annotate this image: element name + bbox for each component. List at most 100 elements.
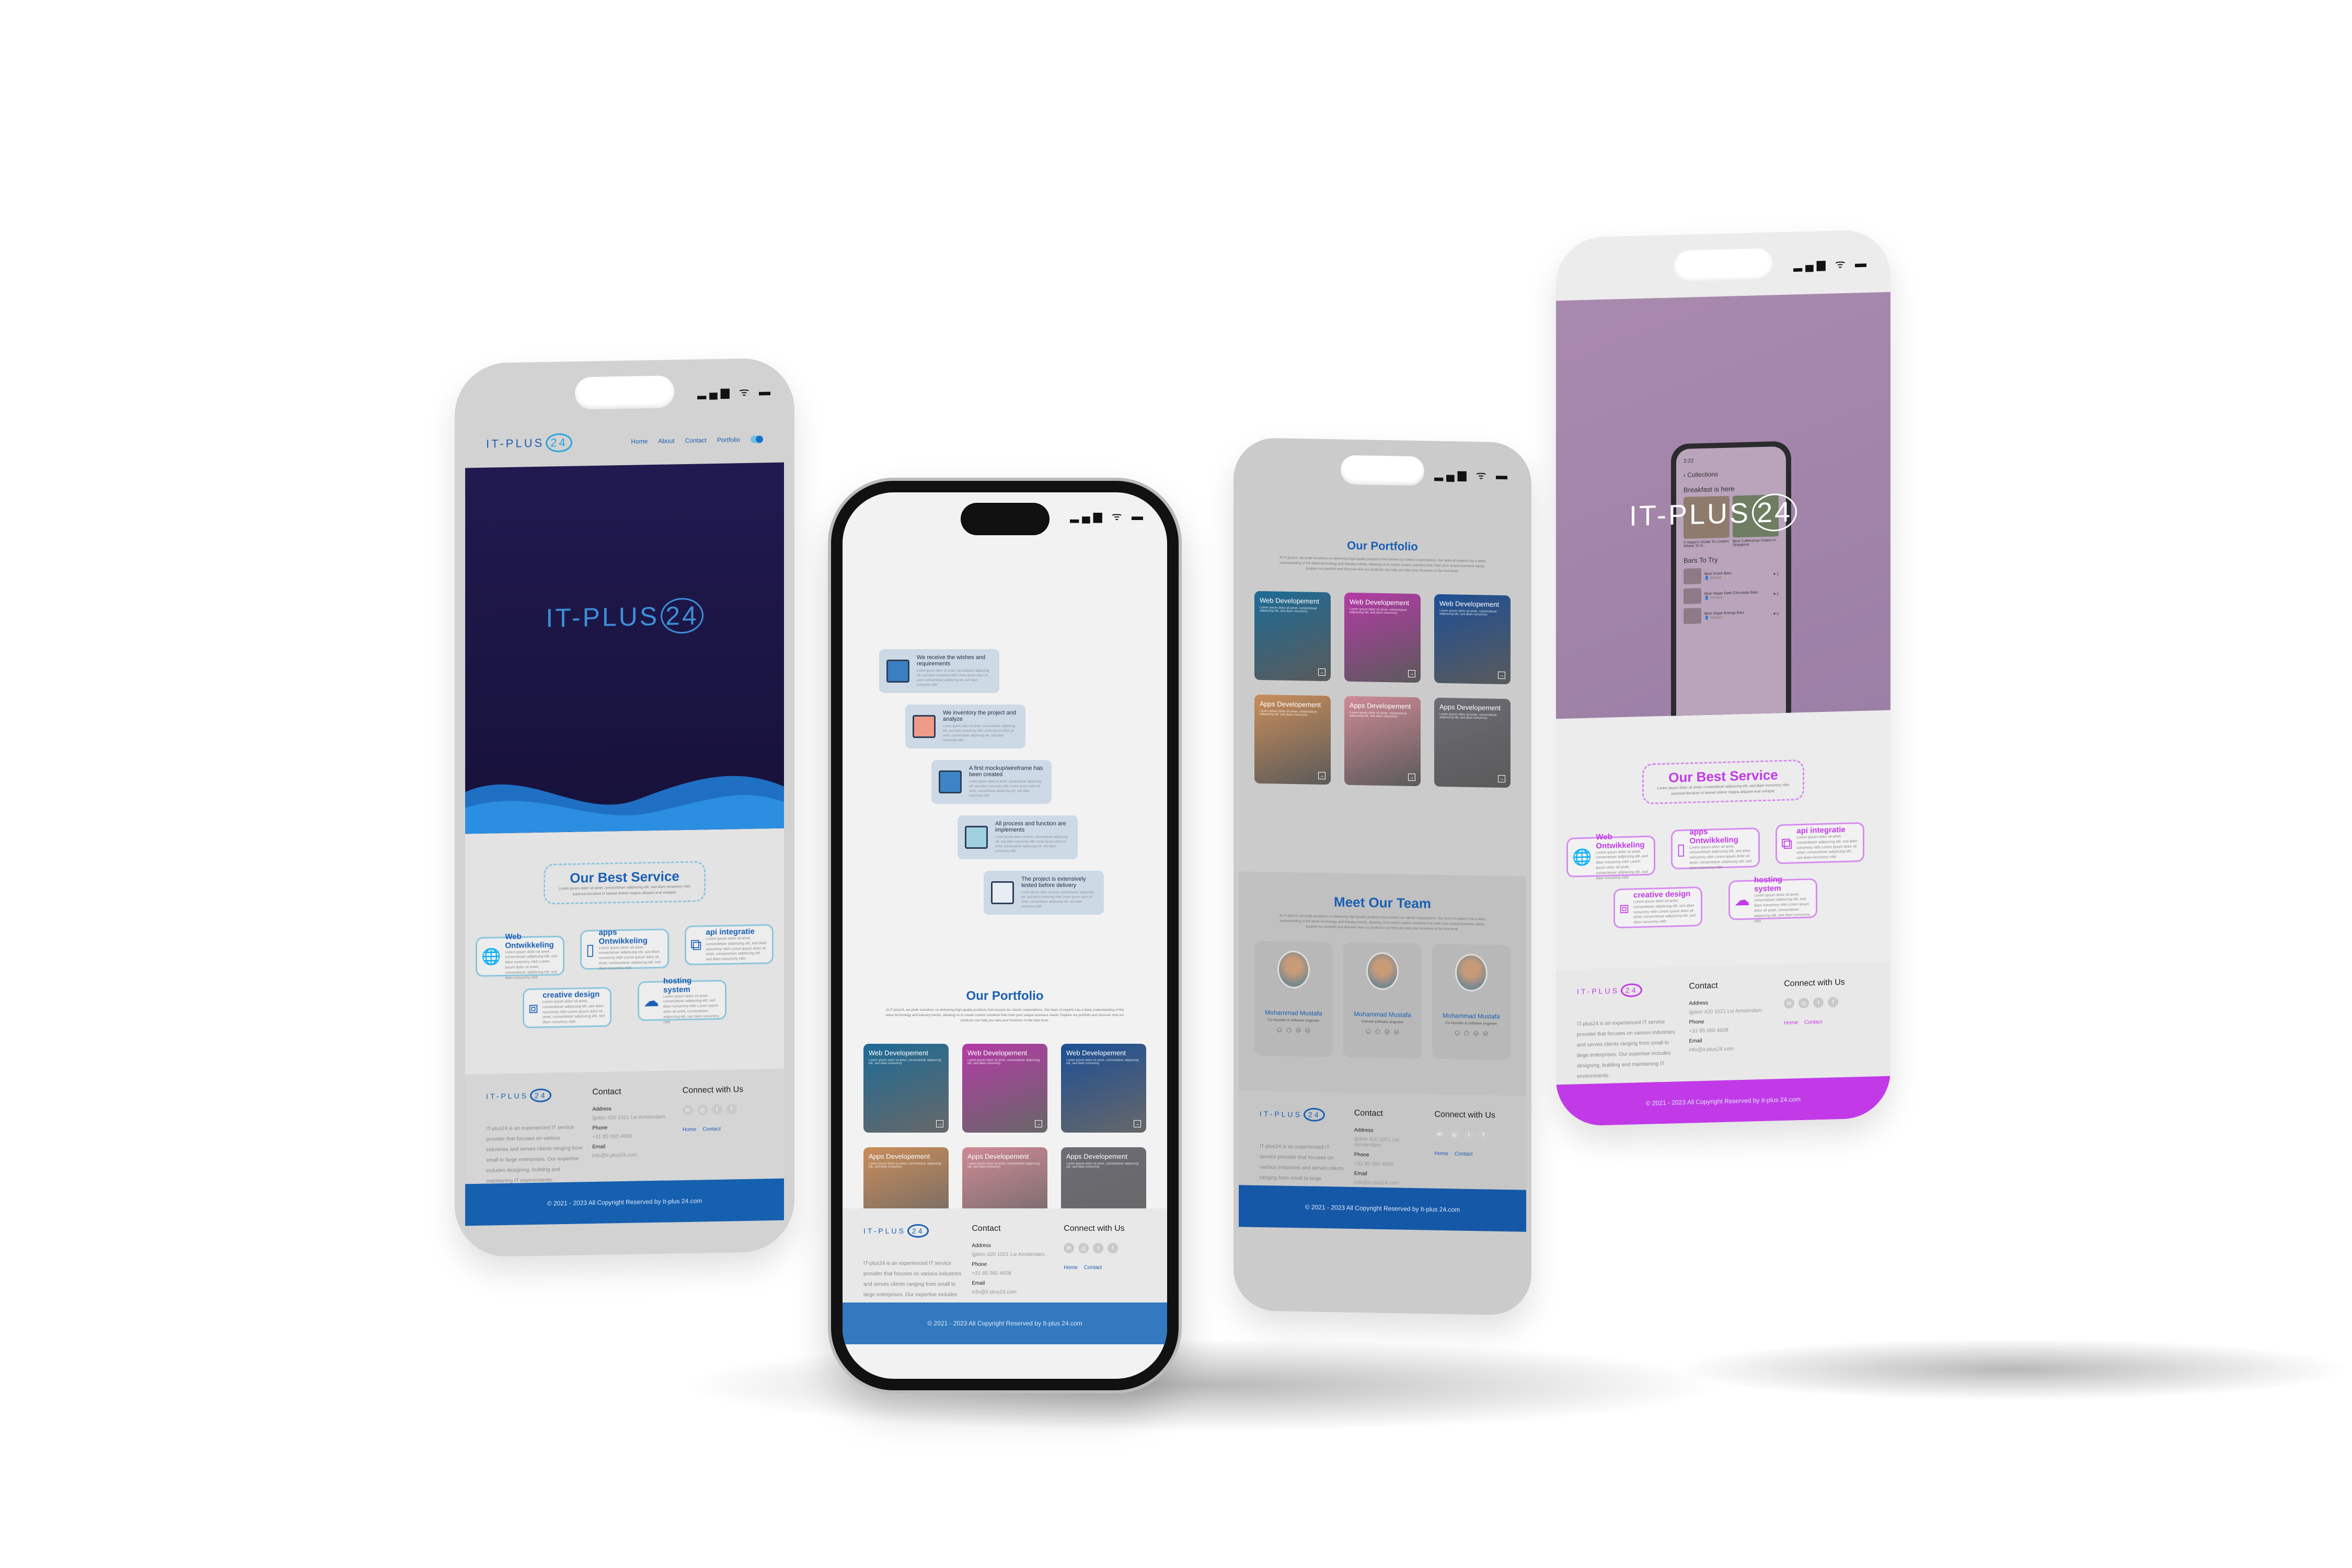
open-icon[interactable]: → <box>1408 774 1415 781</box>
heart-icon[interactable]: ♥ 0 <box>1773 612 1779 616</box>
footer-link-contact[interactable]: Contact <box>1455 1151 1472 1157</box>
logo[interactable]: IT-PLUS 24 <box>486 433 572 454</box>
footer-link-contact[interactable]: Contact <box>702 1126 720 1133</box>
open-icon[interactable]: → <box>1035 1120 1042 1128</box>
app-list-item[interactable]: Best Vegan Energy Bars 👤 miriamy ♥ 0 <box>1684 606 1779 624</box>
portfolio-card[interactable]: Web Developement Lorem ipsum dolor sit am… <box>1344 592 1421 683</box>
twitter-icon[interactable]: t <box>711 1104 722 1115</box>
footer-link-home[interactable]: Home <box>1064 1265 1078 1271</box>
instagram-icon[interactable]: ◎ <box>1078 1243 1089 1253</box>
app-list-item[interactable]: Best Snack Bars 👤 dhwani ♥ 1 <box>1684 566 1779 584</box>
open-icon[interactable]: → <box>1498 672 1505 679</box>
theme-toggle[interactable] <box>751 435 763 443</box>
portfolio-card[interactable]: Apps Developement Lorem ipsum dolor sit a… <box>1434 697 1511 788</box>
service-title: creative design <box>1633 889 1691 900</box>
footer-link-home[interactable]: Home <box>683 1127 697 1133</box>
app-back-link[interactable]: ‹ Collections <box>1684 469 1779 479</box>
footer-logo[interactable]: IT-PLUS 24 <box>1260 1107 1325 1122</box>
portfolio-card[interactable]: Web Developement Lorem ipsum dolor sit am… <box>1061 1044 1146 1133</box>
facebook-icon[interactable]: f <box>1108 1243 1119 1253</box>
linkedin-icon[interactable]: in <box>1277 1027 1282 1033</box>
portfolio-card[interactable]: Web Developement Lorem ipsum dolor sit am… <box>1434 594 1511 685</box>
service-card[interactable]: ▯ apps Ontwikkeling Lorem ipsum dolor sit … <box>1671 827 1760 870</box>
service-card[interactable]: ☁ hosting system Lorem ipsum dolor sit ame… <box>1728 875 1817 923</box>
service-card[interactable]: ⧉ api integratie Lorem ipsum dolor sit ame… <box>685 924 774 965</box>
footer-logo[interactable]: IT-PLUS 24 <box>1577 983 1643 998</box>
hero-phone-image: 2:22 ‹ Collections Breakfast is here A V… <box>1671 441 1791 719</box>
portfolio-card[interactable]: Web Developement Lorem ipsum dolor sit am… <box>863 1044 949 1133</box>
service-card[interactable]: ⧈ creative design Lorem ipsum dolor sit am… <box>1613 886 1702 929</box>
service-card[interactable]: 🌐 Web Ontwikkeling Lorem ipsum dolor sit a… <box>476 932 564 980</box>
footer-logo[interactable]: IT-PLUS 24 <box>486 1088 552 1103</box>
linkedin-icon[interactable]: in <box>682 1104 693 1116</box>
linkedin-icon[interactable]: in <box>1455 1030 1460 1036</box>
facebook-icon[interactable]: f <box>1305 1028 1310 1033</box>
service-card[interactable]: 🌐 Web Ontwikkeling Lorem ipsum dolor sit a… <box>1566 832 1655 880</box>
facebook-icon[interactable]: f <box>1828 997 1839 1008</box>
twitter-icon[interactable]: t <box>1473 1031 1479 1036</box>
email-link[interactable]: info@it-plus24.com <box>1689 1045 1775 1053</box>
phone-value[interactable]: +31 85 060 4608 <box>1354 1161 1425 1168</box>
portfolio-title: Our Portfolio <box>966 989 1044 1003</box>
linkedin-icon[interactable]: in <box>1784 998 1795 1009</box>
service-card[interactable]: ⧈ creative design Lorem ipsum dolor sit am… <box>523 987 612 1029</box>
nav-about[interactable]: About <box>658 437 674 445</box>
footer-link-contact[interactable]: Contact <box>1084 1265 1102 1271</box>
instagram-icon[interactable]: ◎ <box>1449 1129 1460 1140</box>
portfolio-card[interactable]: Web Developement Lorem ipsum dolor sit am… <box>1254 591 1331 682</box>
phone-value[interactable]: +31 85 060 4608 <box>1689 1026 1775 1034</box>
heart-icon[interactable]: ♥ 1 <box>1773 572 1779 576</box>
email-link[interactable]: info@it-plus24.com <box>592 1151 673 1159</box>
nav-portfolio[interactable]: Portfolio <box>717 436 740 444</box>
email-link[interactable]: info@it-plus24.com <box>1354 1180 1425 1186</box>
instagram-icon[interactable]: ◎ <box>1286 1028 1292 1033</box>
service-card[interactable]: ⧉ api integratie Lorem ipsum dolor sit ame… <box>1775 822 1864 864</box>
twitter-icon[interactable]: t <box>1463 1129 1474 1140</box>
open-icon[interactable]: → <box>936 1120 943 1128</box>
instagram-icon[interactable]: ◎ <box>1464 1030 1469 1036</box>
portfolio-card-subtitle: Lorem ipsum dolor sit amet, consectetuer… <box>1439 609 1497 617</box>
linkedin-icon[interactable]: in <box>1366 1029 1371 1034</box>
copyright-text: © 2021 - 2023 All Copyright Reserved by … <box>927 1320 1082 1327</box>
footer-link-contact[interactable]: Contact <box>1804 1019 1822 1025</box>
connect-title: Connect with Us <box>1064 1224 1125 1233</box>
facebook-icon[interactable]: f <box>726 1104 737 1115</box>
open-icon[interactable]: → <box>1318 668 1325 676</box>
twitter-icon[interactable]: t <box>1093 1243 1104 1253</box>
phone-value[interactable]: +31 85 060 4608 <box>972 1271 1054 1276</box>
app-card-title[interactable]: A Vegan's Guide To London: Where To G... <box>1684 540 1730 548</box>
app-list-item[interactable]: Best Vegan Dark Chocolate Bars 👤 miriamy ♥… <box>1684 586 1779 604</box>
heart-icon[interactable]: ♥ 1 <box>1773 592 1779 596</box>
service-title: apps Ontwikkeling <box>598 927 648 946</box>
footer-link-home[interactable]: Home <box>1434 1151 1448 1157</box>
facebook-icon[interactable]: f <box>1394 1029 1399 1035</box>
facebook-icon[interactable]: f <box>1478 1129 1489 1140</box>
linkedin-icon[interactable]: in <box>1064 1243 1075 1253</box>
twitter-icon[interactable]: t <box>1296 1028 1301 1033</box>
open-icon[interactable]: → <box>1408 670 1415 678</box>
nav-contact[interactable]: Contact <box>685 436 707 444</box>
open-icon[interactable]: → <box>1498 775 1505 783</box>
instagram-icon[interactable]: ◎ <box>1375 1029 1380 1035</box>
linkedin-icon[interactable]: in <box>1434 1128 1445 1140</box>
nav-home[interactable]: Home <box>631 437 648 445</box>
email-link[interactable]: info@it-plus24.com <box>972 1289 1054 1295</box>
open-icon[interactable]: → <box>1134 1120 1141 1128</box>
service-card[interactable]: ▯ apps Ontwikkeling Lorem ipsum dolor sit … <box>580 927 669 971</box>
portfolio-card[interactable]: Apps Developement Lorem ipsum dolor sit a… <box>1344 696 1421 787</box>
facebook-icon[interactable]: f <box>1483 1031 1488 1036</box>
instagram-icon[interactable]: ◎ <box>1798 997 1809 1009</box>
footer-logo[interactable]: IT-PLUS 24 <box>863 1224 929 1238</box>
twitter-icon[interactable]: t <box>1813 997 1824 1008</box>
service-card[interactable]: ☁ hosting system Lorem ipsum dolor sit ame… <box>638 976 727 1024</box>
instagram-icon[interactable]: ◎ <box>697 1104 708 1115</box>
twitter-icon[interactable]: t <box>1385 1029 1390 1035</box>
portfolio-card[interactable]: Apps Developement Lorem ipsum dolor sit a… <box>1254 694 1331 785</box>
portfolio-card[interactable]: Web Developement Lorem ipsum dolor sit am… <box>962 1044 1047 1133</box>
app-card-title[interactable]: Best Coffeeshop Orders In Singapore <box>1733 538 1779 547</box>
address-label: Address <box>1689 1000 1709 1007</box>
footer-link-home[interactable]: Home <box>1784 1020 1798 1026</box>
open-icon[interactable]: → <box>1318 772 1325 780</box>
phone-value[interactable]: +31 85 060 4608 <box>592 1133 673 1140</box>
member-role: Co-founder & software engineer <box>1267 1018 1320 1023</box>
